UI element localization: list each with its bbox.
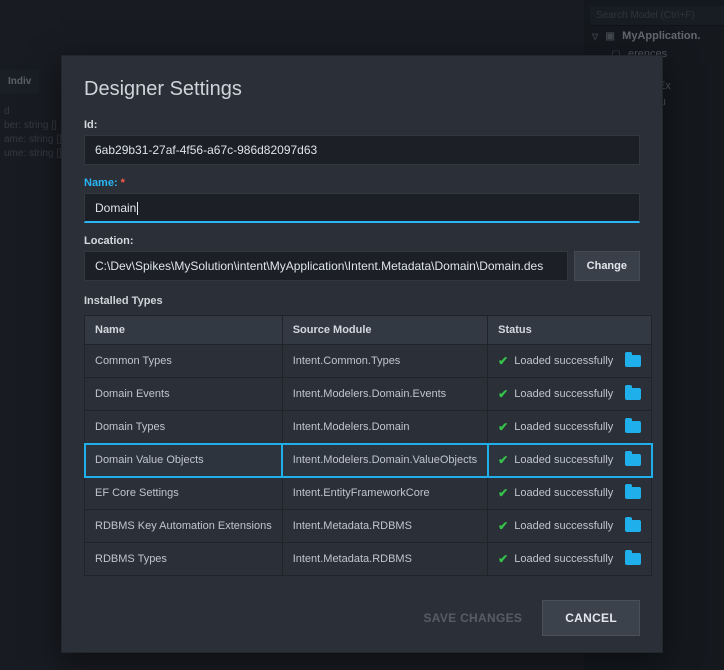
- name-input[interactable]: Domain: [84, 193, 640, 223]
- table-row[interactable]: RDBMS Key Automation ExtensionsIntent.Me…: [85, 510, 652, 543]
- modal-title: Designer Settings: [84, 78, 640, 101]
- status-text: Loaded successfully: [514, 487, 613, 499]
- open-folder-icon[interactable]: [625, 553, 641, 565]
- type-name: Common Types: [85, 345, 283, 378]
- id-display: 6ab29b31-27af-4f56-a67c-986d82097d63: [84, 135, 640, 165]
- type-source: Intent.Metadata.RDBMS: [282, 510, 487, 543]
- open-folder-icon[interactable]: [625, 454, 641, 466]
- table-row[interactable]: Domain TypesIntent.Modelers.Domain ✔ Loade…: [85, 411, 652, 444]
- open-folder-icon[interactable]: [625, 487, 641, 499]
- designer-settings-modal: Designer Settings Id: 6ab29b31-27af-4f56…: [61, 55, 663, 653]
- check-icon: ✔: [498, 552, 508, 566]
- table-row[interactable]: Domain Value ObjectsIntent.Modelers.Doma…: [85, 444, 652, 477]
- type-status: ✔ Loaded successfully: [488, 543, 652, 576]
- open-folder-icon[interactable]: [625, 388, 641, 400]
- type-name: RDBMS Key Automation Extensions: [85, 510, 283, 543]
- type-status: ✔ Loaded successfully: [488, 411, 652, 444]
- change-location-button[interactable]: Change: [574, 251, 640, 281]
- check-icon: ✔: [498, 519, 508, 533]
- type-name: Domain Types: [85, 411, 283, 444]
- open-folder-icon[interactable]: [625, 520, 641, 532]
- type-status: ✔ Loaded successfully: [488, 378, 652, 411]
- table-row[interactable]: Common TypesIntent.Common.Types ✔ Loaded s…: [85, 345, 652, 378]
- type-status: ✔ Loaded successfully: [488, 510, 652, 543]
- installed-types-table: Name Source Module Status Common TypesIn…: [84, 315, 652, 576]
- status-text: Loaded successfully: [514, 388, 613, 400]
- type-status: ✔ Loaded successfully: [488, 444, 652, 477]
- name-label: Name:*: [84, 177, 640, 189]
- save-changes-button: SAVE CHANGES: [415, 601, 530, 635]
- type-status: ✔ Loaded successfully: [488, 477, 652, 510]
- type-name: Domain Events: [85, 378, 283, 411]
- type-name: EF Core Settings: [85, 477, 283, 510]
- table-row[interactable]: RDBMS TypesIntent.Metadata.RDBMS ✔ Loaded …: [85, 543, 652, 576]
- status-text: Loaded successfully: [514, 421, 613, 433]
- open-folder-icon[interactable]: [625, 355, 641, 367]
- col-source: Source Module: [282, 316, 487, 345]
- status-text: Loaded successfully: [514, 553, 613, 565]
- check-icon: ✔: [498, 354, 508, 368]
- location-label: Location:: [84, 235, 640, 247]
- table-row[interactable]: Domain EventsIntent.Modelers.Domain.Even…: [85, 378, 652, 411]
- type-name: Domain Value Objects: [85, 444, 283, 477]
- id-label: Id:: [84, 119, 640, 131]
- type-source: Intent.Modelers.Domain.ValueObjects: [282, 444, 487, 477]
- type-source: Intent.Modelers.Domain: [282, 411, 487, 444]
- location-display: C:\Dev\Spikes\MySolution\intent\MyApplic…: [84, 251, 568, 281]
- status-text: Loaded successfully: [514, 454, 613, 466]
- type-status: ✔ Loaded successfully: [488, 345, 652, 378]
- check-icon: ✔: [498, 453, 508, 467]
- col-name: Name: [85, 316, 283, 345]
- table-row[interactable]: EF Core SettingsIntent.EntityFrameworkCo…: [85, 477, 652, 510]
- type-name: RDBMS Types: [85, 543, 283, 576]
- check-icon: ✔: [498, 486, 508, 500]
- col-status: Status: [488, 316, 652, 345]
- type-source: Intent.Common.Types: [282, 345, 487, 378]
- open-folder-icon[interactable]: [625, 421, 641, 433]
- check-icon: ✔: [498, 420, 508, 434]
- type-source: Intent.Metadata.RDBMS: [282, 543, 487, 576]
- type-source: Intent.EntityFrameworkCore: [282, 477, 487, 510]
- status-text: Loaded successfully: [514, 355, 613, 367]
- text-caret-icon: [137, 202, 138, 215]
- installed-types-label: Installed Types: [84, 295, 640, 307]
- type-source: Intent.Modelers.Domain.Events: [282, 378, 487, 411]
- cancel-button[interactable]: CANCEL: [542, 600, 640, 636]
- check-icon: ✔: [498, 387, 508, 401]
- status-text: Loaded successfully: [514, 520, 613, 532]
